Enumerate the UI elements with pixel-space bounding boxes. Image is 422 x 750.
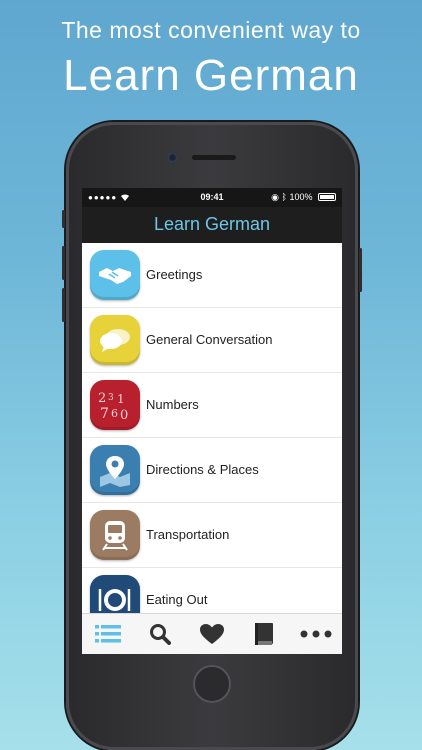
power-button [359, 248, 362, 292]
battery-percent: 100% [289, 192, 313, 202]
tab-phrasebook[interactable] [244, 619, 284, 649]
list-item-label: Numbers [146, 397, 199, 412]
svg-text:1: 1 [117, 392, 125, 406]
promo-title: Learn German [63, 51, 359, 100]
tab-more[interactable] [296, 619, 336, 649]
map-pin-icon [90, 445, 140, 495]
plate-icon [90, 575, 140, 613]
search-icon [150, 624, 171, 645]
more-icon [300, 630, 332, 638]
tab-favorites[interactable] [192, 619, 232, 649]
status-bar: ●●●●● 09:41 ◉ ᛒ 100% [82, 188, 342, 207]
svg-text:0: 0 [120, 408, 128, 422]
volume-up-button [62, 246, 65, 280]
handshake-icon [90, 250, 140, 300]
earpiece-speaker [192, 155, 236, 160]
front-camera [168, 153, 177, 162]
list-item[interactable]: Eating Out [82, 568, 342, 613]
phone-frame: ●●●●● 09:41 ◉ ᛒ 100% Learn German Greeti… [62, 122, 362, 750]
bluetooth-icon: ᛒ [281, 192, 287, 202]
list-item-label: Greetings [146, 267, 203, 282]
list-item[interactable]: General Conversation [82, 308, 342, 373]
numbers-icon: 2 3 1 7 6 0 [90, 380, 140, 430]
promo-subtitle: The most convenient way to [61, 17, 361, 43]
tab-bar [82, 613, 342, 654]
heart-icon [200, 624, 224, 644]
svg-text:6: 6 [111, 407, 118, 420]
list-item-label: Eating Out [146, 592, 208, 607]
home-button[interactable] [193, 665, 231, 703]
book-icon [255, 623, 273, 645]
list-item[interactable]: 2 3 1 7 6 0 Numbers [82, 373, 342, 438]
list-item-label: Transportation [146, 527, 230, 542]
app-screen: ●●●●● 09:41 ◉ ᛒ 100% Learn German Greeti… [82, 188, 342, 654]
orientation-lock-icon: ◉ [271, 192, 280, 202]
list-icon [95, 625, 121, 643]
status-right: ◉ ᛒ 100% [271, 192, 336, 203]
svg-text:7: 7 [100, 406, 109, 422]
list-item[interactable]: Transportation [82, 503, 342, 568]
list-item[interactable]: Directions & Places [82, 438, 342, 503]
list-item-label: Directions & Places [146, 462, 259, 477]
train-icon [90, 510, 140, 560]
tab-categories[interactable] [88, 619, 128, 649]
battery-icon [318, 193, 336, 201]
list-item-label: General Conversation [146, 332, 273, 347]
svg-text:3: 3 [108, 393, 114, 403]
promo-headline: The most convenient way to Learn German [0, 14, 422, 102]
list-item[interactable]: Greetings [82, 243, 342, 308]
svg-text:2: 2 [98, 391, 106, 406]
category-list[interactable]: Greetings General Conversation 2 3 1 7 6… [82, 243, 342, 613]
volume-down-button [62, 288, 65, 322]
mute-switch [62, 210, 65, 228]
tab-search[interactable] [140, 619, 180, 649]
speech-bubbles-icon [90, 315, 140, 365]
nav-title: Learn German [82, 207, 342, 243]
